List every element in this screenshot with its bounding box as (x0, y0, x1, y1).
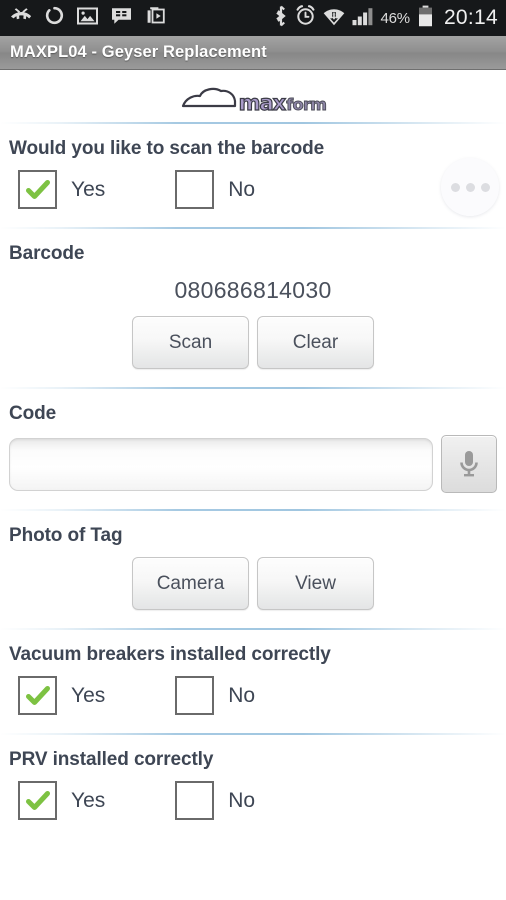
page-title: MAXPL04 - Geyser Replacement (10, 43, 267, 61)
checkbox-no[interactable] (175, 170, 215, 209)
section-vacuum-breakers: Vacuum breakers installed correctly Yes … (0, 630, 506, 733)
voice-input-button[interactable] (441, 435, 497, 493)
checkbox-row: Yes No (9, 781, 497, 838)
status-bar-notifications (10, 6, 165, 30)
alarm-clock-icon (295, 5, 316, 31)
battery-icon (418, 5, 433, 32)
checkbox-label-no: No (228, 788, 256, 812)
section-label: Code (9, 403, 57, 424)
section-label: PRV installed correctly (9, 749, 214, 770)
section-label: Would you like to scan the barcode (9, 138, 325, 159)
bbm-message-icon (111, 7, 132, 30)
gallery-image-icon (77, 7, 98, 30)
checkbox-yes[interactable] (18, 676, 57, 715)
barcode-value: 080686814030 (174, 277, 332, 303)
status-bar: 46% 20:14 (0, 0, 506, 36)
checkbox-option-yes[interactable]: Yes (18, 781, 105, 820)
checkbox-label-no: No (228, 177, 256, 201)
logo-text-max: max (238, 90, 287, 115)
checkbox-yes[interactable] (18, 781, 57, 820)
checkbox-label-yes: Yes (71, 177, 106, 201)
view-button[interactable]: View (257, 557, 374, 610)
form-content: max form Would you like to scan the barc… (0, 70, 506, 838)
checkbox-row: Yes No (9, 676, 497, 733)
section-code: Code (0, 389, 506, 509)
status-bar-system: 46% 20:14 (274, 5, 499, 32)
section-label: Photo of Tag (9, 525, 123, 546)
menu-dot-icon (465, 182, 475, 192)
menu-dot-icon (480, 182, 490, 192)
missed-call-icon (10, 7, 32, 30)
checkbox-no[interactable] (175, 781, 215, 820)
cloud-icon (180, 84, 238, 115)
checkbox-option-yes[interactable]: Yes (18, 676, 105, 715)
section-label: Vacuum breakers installed correctly (9, 644, 331, 665)
checkbox-option-yes[interactable]: Yes (18, 170, 105, 209)
code-input[interactable] (9, 437, 433, 491)
section-photo-of-tag: Photo of Tag Camera View (0, 511, 506, 628)
overflow-menu-button[interactable] (441, 158, 499, 216)
battery-percent-label: 46% (380, 9, 411, 27)
camera-button[interactable]: Camera (132, 557, 249, 610)
signal-bars-icon (352, 6, 374, 31)
section-scan-barcode-question: Would you like to scan the barcode Yes N… (0, 124, 506, 227)
logo-text-form: form (286, 94, 328, 114)
app-root: 46% 20:14 MAXPL04 - Geyser Replacement m… (0, 0, 506, 900)
play-media-icon (145, 6, 165, 30)
checkbox-option-no[interactable]: No (175, 676, 255, 715)
checkbox-yes[interactable] (18, 170, 57, 209)
checkbox-label-yes: Yes (71, 683, 106, 707)
photo-button-row: Camera View (9, 557, 497, 628)
section-label: Barcode (9, 243, 85, 264)
app-title-bar: MAXPL04 - Geyser Replacement (0, 36, 506, 70)
wifi-icon (323, 5, 345, 31)
code-input-row (9, 435, 497, 509)
bluetooth-icon (274, 5, 288, 32)
section-barcode: Barcode 080686814030 Scan Clear (0, 229, 506, 387)
clock-label: 20:14 (443, 6, 498, 29)
check-icon (25, 790, 50, 810)
checkbox-label-yes: Yes (71, 788, 106, 812)
checkbox-option-no[interactable]: No (175, 170, 255, 209)
check-icon (25, 685, 50, 705)
maxform-logo: max form (0, 70, 506, 122)
checkbox-label-no: No (228, 683, 256, 707)
section-prv: PRV installed correctly Yes No (0, 735, 506, 838)
clear-button[interactable]: Clear (257, 316, 374, 369)
checkbox-no[interactable] (175, 676, 215, 715)
check-icon (25, 179, 50, 199)
scan-button[interactable]: Scan (132, 316, 249, 369)
menu-dot-icon (450, 182, 460, 192)
checkbox-option-no[interactable]: No (175, 781, 255, 820)
checkbox-row: Yes No (9, 170, 497, 227)
microphone-icon (460, 451, 478, 477)
sync-icon (45, 6, 64, 30)
barcode-button-row: Scan Clear (9, 316, 497, 387)
